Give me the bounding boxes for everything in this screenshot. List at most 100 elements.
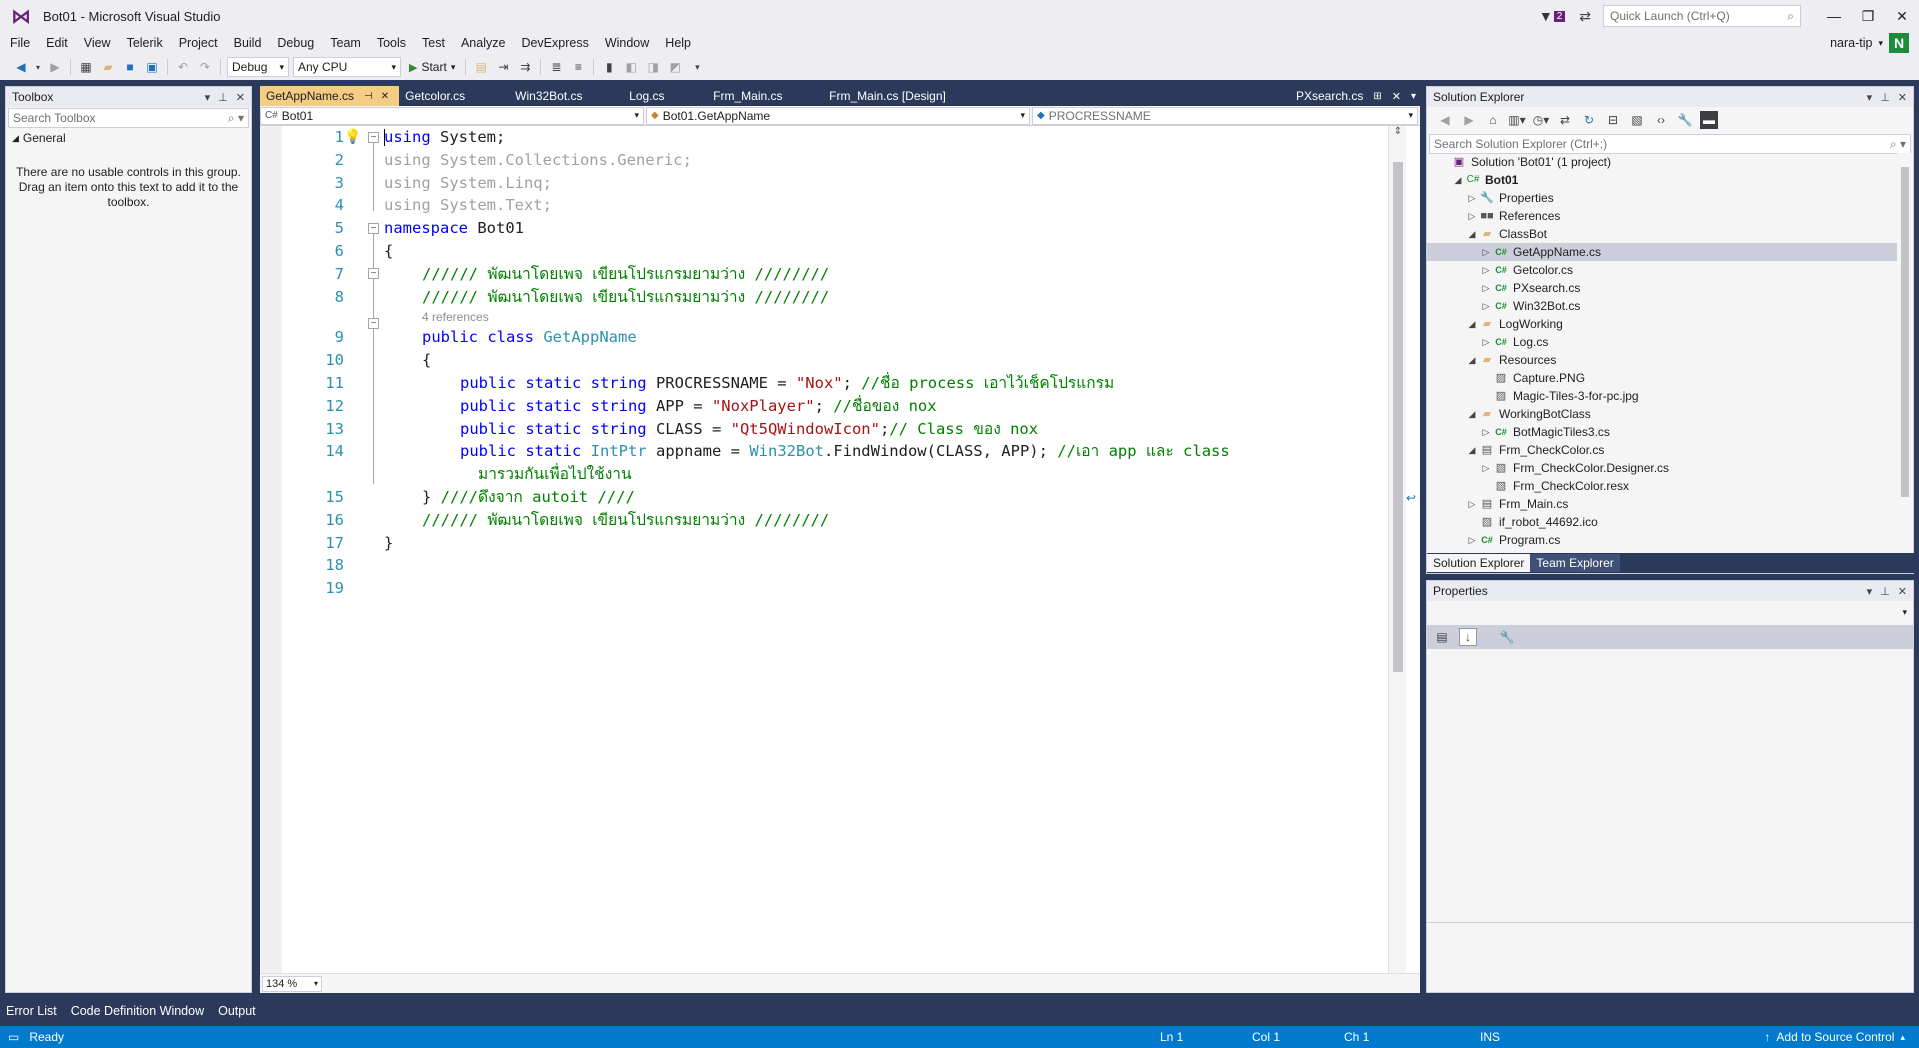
pin-icon[interactable]: ⊣ (364, 91, 373, 102)
expanded-arrow-icon[interactable]: ◢ (1465, 225, 1479, 243)
chevron-down-icon[interactable]: ▾ (1867, 585, 1873, 598)
collapse-toggle-icon[interactable]: − (368, 132, 379, 143)
bookmark-icon[interactable]: ▮ (600, 58, 618, 76)
switch-views-icon[interactable]: ▥▾ (1508, 111, 1526, 129)
chevron-down-icon[interactable]: ▾ (205, 91, 211, 104)
menu-telerik[interactable]: Telerik (119, 36, 171, 50)
tree-item[interactable]: ▷ C# BotMagicTiles3.cs (1427, 423, 1899, 441)
home-icon[interactable]: ⌂ (1484, 111, 1502, 129)
expanded-arrow-icon[interactable]: ◢ (1465, 351, 1479, 369)
sync-icon[interactable]: ⇄ (1556, 111, 1574, 129)
pin-icon[interactable]: ⊥ (1880, 91, 1890, 104)
refresh-icon[interactable]: ↻ (1580, 111, 1598, 129)
collapsed-arrow-icon[interactable]: ▷ (1465, 207, 1479, 225)
navigate-back-icon[interactable]: ◀ (12, 58, 30, 76)
tree-item[interactable]: ▨ Capture.PNG (1427, 369, 1899, 387)
tree-item[interactable]: ◢ ▤ Frm_CheckColor.cs (1427, 441, 1899, 459)
tree-item[interactable]: ◢ ▰ Resources (1427, 351, 1899, 369)
tree-item[interactable]: ▷ C# PXsearch.cs (1427, 279, 1899, 297)
tree-item[interactable]: ▷ C# Getcolor.cs (1427, 261, 1899, 279)
collapsed-arrow-icon[interactable]: ▷ (1479, 279, 1493, 297)
navigate-forward-icon[interactable]: ▶ (46, 58, 64, 76)
code-editor[interactable]: 💡 1 2 3 4 5 6 7 8 9 10 11 12 13 14 15 16 (260, 126, 1420, 973)
menu-analyze[interactable]: Analyze (453, 36, 513, 50)
tab-frm-main[interactable]: Frm_Main.cs (707, 86, 823, 106)
close-icon[interactable]: ✕ (1898, 585, 1907, 598)
close-icon[interactable]: ✕ (236, 91, 245, 104)
find-in-files-icon[interactable]: ▤ (472, 58, 490, 76)
tree-item[interactable]: ▷ ▧ Frm_CheckColor.Designer.cs (1427, 459, 1899, 477)
previous-bookmark-icon[interactable]: ◧ (622, 58, 640, 76)
preview-selected-icon[interactable]: ▬ (1700, 111, 1718, 129)
collapse-toggle-icon[interactable]: − (368, 223, 379, 234)
show-all-files-icon[interactable]: ▧ (1628, 111, 1646, 129)
menu-devexpress[interactable]: DevExpress (513, 36, 596, 50)
collapsed-arrow-icon[interactable]: ▷ (1465, 189, 1479, 207)
save-icon[interactable]: ■ (121, 58, 139, 76)
restore-button[interactable]: ❐ (1851, 8, 1885, 25)
toolbox-search-input[interactable]: Search Toolbox ⌕ ▾ (8, 108, 249, 128)
tab-code-definition-window[interactable]: Code Definition Window (71, 1004, 204, 1018)
tab-solution-explorer[interactable]: Solution Explorer (1427, 554, 1531, 572)
tree-item[interactable]: ◢ C# Bot01 (1427, 171, 1899, 189)
solution-platform-select[interactable]: Any CPU ▾ (293, 57, 401, 77)
quick-launch-input[interactable]: Quick Launch (Ctrl+Q) ⌕ (1603, 5, 1801, 27)
tree-item[interactable]: ▧ Frm_CheckColor.resx (1427, 477, 1899, 495)
tab-frm-main-design[interactable]: Frm_Main.cs [Design] (823, 86, 956, 106)
menu-window[interactable]: Window (597, 36, 657, 50)
view-code-icon[interactable]: ‹› (1652, 111, 1670, 129)
open-file-icon[interactable]: ▰ (99, 58, 117, 76)
tree-item[interactable]: ◢ ▰ WorkingBotClass (1427, 405, 1899, 423)
undo-icon[interactable]: ↶ (174, 58, 192, 76)
collapsed-arrow-icon[interactable]: ▷ (1465, 531, 1479, 549)
step-into-icon[interactable]: ⇥ (494, 58, 512, 76)
editor-horizontal-scrollbar[interactable] (322, 974, 1420, 994)
back-icon[interactable]: ◀ (1436, 111, 1454, 129)
collapse-toggle-icon[interactable]: − (368, 268, 379, 279)
tree-item[interactable]: ◢ ▰ LogWorking (1427, 315, 1899, 333)
close-icon[interactable]: ✕ (381, 91, 389, 102)
pin-icon[interactable]: ⊥ (1880, 585, 1890, 598)
tree-item[interactable]: ▷ C# Program.cs (1427, 531, 1899, 549)
menu-tools[interactable]: Tools (369, 36, 414, 50)
scrollbar-thumb[interactable] (1393, 162, 1403, 672)
editor-vertical-scrollbar[interactable]: ⇕ (1388, 126, 1406, 973)
toolbar-overflow-icon[interactable]: ▾ (688, 58, 706, 76)
tree-item[interactable]: ▣ Solution 'Bot01' (1 project) (1427, 153, 1899, 171)
outdent-icon[interactable]: ≡ (569, 58, 587, 76)
chevron-down-icon[interactable]: ▾ (34, 58, 42, 76)
tree-item[interactable]: ▷ C# GetAppName.cs (1427, 243, 1899, 261)
redo-icon[interactable]: ↷ (196, 58, 214, 76)
indent-icon[interactable]: ≣ (547, 58, 565, 76)
split-icon[interactable]: ⇕ (1389, 126, 1407, 140)
new-project-icon[interactable]: ▦ (77, 58, 95, 76)
menu-file[interactable]: File (0, 36, 38, 50)
zoom-select[interactable]: 134 % ▾ (262, 975, 322, 992)
tree-item[interactable]: ▨ Magic-Tiles-3-for-pc.jpg (1427, 387, 1899, 405)
menu-build[interactable]: Build (226, 36, 270, 50)
solution-explorer-scrollbar[interactable] (1897, 153, 1913, 537)
save-all-icon[interactable]: ▣ (143, 58, 161, 76)
expanded-arrow-icon[interactable]: ◢ (1465, 315, 1479, 333)
solution-configuration-select[interactable]: Debug ▾ (227, 57, 289, 77)
menu-project[interactable]: Project (171, 36, 226, 50)
user-account[interactable]: nara-tip ▾ N (1830, 32, 1909, 54)
preview-tab-pxsearch[interactable]: PXsearch.cs (1296, 89, 1363, 103)
pin-icon[interactable]: ⊥ (218, 91, 228, 104)
tab-error-list[interactable]: Error List (6, 1004, 57, 1018)
next-bookmark-icon[interactable]: ◨ (644, 58, 662, 76)
menu-test[interactable]: Test (414, 36, 453, 50)
categorized-icon[interactable]: ▤ (1433, 628, 1451, 646)
close-button[interactable]: ✕ (1885, 8, 1919, 25)
minimize-button[interactable]: — (1817, 8, 1851, 24)
expanded-arrow-icon[interactable]: ◢ (1451, 171, 1465, 189)
member-navigation-select[interactable]: ◆ PROCRESSNAME ▾ (1032, 106, 1418, 125)
expanded-arrow-icon[interactable]: ◢ (1465, 441, 1479, 459)
collapsed-arrow-icon[interactable]: ▷ (1479, 423, 1493, 441)
tree-item[interactable]: ▷ C# Win32Bot.cs (1427, 297, 1899, 315)
tree-item[interactable]: ▷ 🔧 Properties (1427, 189, 1899, 207)
forward-icon[interactable]: ▶ (1460, 111, 1478, 129)
tab-log[interactable]: Log.cs (623, 86, 707, 106)
collapsed-arrow-icon[interactable]: ▷ (1479, 333, 1493, 351)
close-icon[interactable]: ✕ (1392, 90, 1401, 103)
